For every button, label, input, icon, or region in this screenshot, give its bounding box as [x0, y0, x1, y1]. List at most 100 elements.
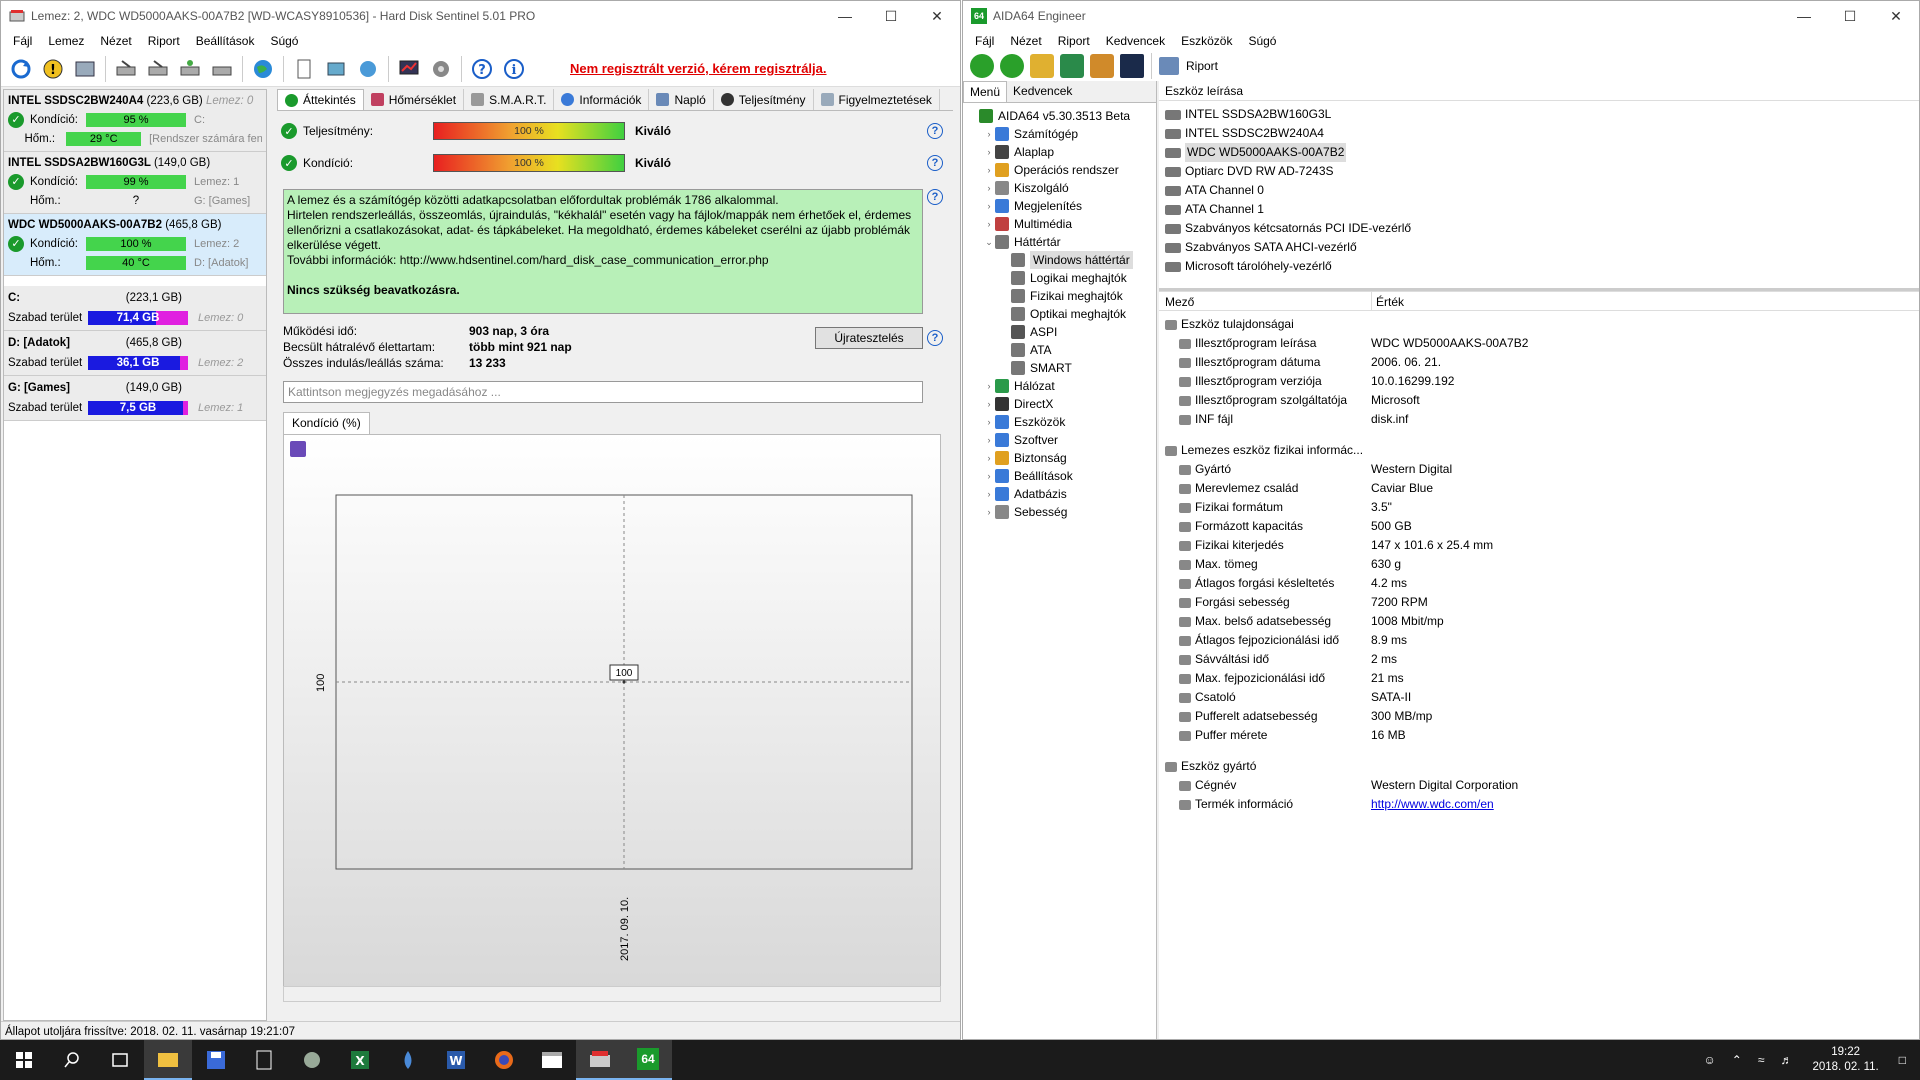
tab-menu[interactable]: Menü [963, 81, 1008, 102]
users-icon[interactable] [1090, 54, 1114, 78]
tree-item[interactable]: › Alaplap [963, 143, 1156, 161]
menu-favorites[interactable]: Kedvencek [1098, 34, 1173, 48]
aida-taskbar-icon[interactable]: 64 [624, 1040, 672, 1080]
tree-item[interactable]: › Hálózat [963, 377, 1156, 395]
column-value[interactable]: Érték [1371, 292, 1404, 310]
device-item[interactable]: ATA Channel 1 [1159, 200, 1919, 219]
property-row[interactable]: Illesztőprogram szolgáltatója Microsoft [1165, 391, 1919, 410]
menu-file[interactable]: Fájl [967, 34, 1002, 48]
chevron-right-icon[interactable]: › [983, 503, 995, 521]
refresh-icon[interactable] [1060, 54, 1084, 78]
property-row[interactable]: Puffer mérete 16 MB [1165, 726, 1919, 745]
chat-app-icon[interactable] [288, 1040, 336, 1080]
menu-help[interactable]: Súgó [1240, 34, 1284, 48]
disk-icon[interactable] [71, 55, 99, 83]
property-row[interactable]: Csatoló SATA-II [1165, 688, 1919, 707]
tree-item[interactable]: › Sebesség [963, 503, 1156, 521]
unregistered-link[interactable]: Nem regisztrált verzió, kérem regisztrál… [570, 61, 827, 76]
tree-item[interactable]: › Szoftver [963, 431, 1156, 449]
menu-settings[interactable]: Beállítások [188, 34, 263, 48]
hds-titlebar[interactable]: Lemez: 2, WDC WD5000AAKS-00A7B2 [WD-WCAS… [1, 1, 960, 31]
tree-item[interactable]: ⌄ Háttértár [963, 233, 1156, 251]
menu-view[interactable]: Nézet [1002, 34, 1049, 48]
back-icon[interactable] [970, 54, 994, 78]
minimize-button[interactable]: — [1781, 1, 1827, 31]
tree-item[interactable]: › Megjelenítés [963, 197, 1156, 215]
property-row[interactable]: Átlagos fejpozicionálási idő 8.9 ms [1165, 631, 1919, 650]
chevron-right-icon[interactable]: › [983, 467, 995, 485]
chevron-right-icon[interactable]: › [983, 413, 995, 431]
help-icon[interactable]: ? [927, 123, 943, 139]
disk-item[interactable]: INTEL SSDSA2BW160G3L (149,0 GB) ✓ Kondíci… [4, 152, 266, 214]
property-row[interactable]: INF fájl disk.inf [1165, 410, 1919, 429]
chevron-down-icon[interactable]: ⌄ [983, 233, 995, 251]
property-row[interactable]: Cégnév Western Digital Corporation [1165, 776, 1919, 795]
chevron-right-icon[interactable]: › [983, 449, 995, 467]
tree-item[interactable]: › Multimédia [963, 215, 1156, 233]
close-button[interactable]: ✕ [1873, 1, 1919, 31]
report-button[interactable]: Riport [1186, 59, 1218, 73]
tree-item[interactable]: › Operációs rendszer [963, 161, 1156, 179]
device-item[interactable]: Microsoft tárolóhely-vezérlő [1159, 257, 1919, 276]
help-icon[interactable]: ? [927, 189, 943, 205]
chevron-right-icon[interactable]: › [983, 215, 995, 233]
property-row[interactable]: Gyártó Western Digital [1165, 460, 1919, 479]
note-input[interactable]: Kattintson megjegyzés megadásához ... [283, 381, 923, 403]
device-item[interactable]: Szabványos SATA AHCI-vezérlő [1159, 238, 1919, 257]
minimize-button[interactable]: — [822, 1, 868, 31]
hds-taskbar-icon[interactable] [576, 1040, 624, 1080]
property-row[interactable]: Formázott kapacitás 500 GB [1165, 517, 1919, 536]
aida-titlebar[interactable]: 64 AIDA64 Engineer — ☐ ✕ [963, 1, 1919, 31]
property-row[interactable]: Max. fejpozicionálási idő 21 ms [1165, 669, 1919, 688]
property-row[interactable]: Fizikai kiterjedés 147 x 101.6 x 25.4 mm [1165, 536, 1919, 555]
tree-item[interactable]: › Kiszolgáló [963, 179, 1156, 197]
monitor-icon[interactable] [1120, 54, 1144, 78]
tab-condition-chart[interactable]: Kondíció (%) [283, 412, 370, 434]
menu-file[interactable]: Fájl [5, 34, 40, 48]
property-row[interactable]: Illesztőprogram dátuma 2006. 06. 21. [1165, 353, 1919, 372]
menu-view[interactable]: Nézet [92, 34, 139, 48]
wifi-icon[interactable]: ≈ [1758, 1053, 1765, 1067]
save-app-icon[interactable] [192, 1040, 240, 1080]
forward-icon[interactable] [1000, 54, 1024, 78]
test-disk-icon[interactable] [112, 55, 140, 83]
tree-item[interactable]: Optikai meghajtók [963, 305, 1156, 323]
firefox-icon[interactable] [480, 1040, 528, 1080]
disk-item[interactable]: INTEL SSDSC2BW240A4 (223,6 GB) Lemez: 0 … [4, 90, 266, 152]
device-item[interactable]: INTEL SSDSA2BW160G3L [1159, 105, 1919, 124]
menu-tools[interactable]: Eszközök [1173, 34, 1240, 48]
tree-item[interactable]: Windows háttértár [963, 251, 1156, 269]
property-row[interactable]: Fizikai formátum 3.5" [1165, 498, 1919, 517]
chevron-right-icon[interactable]: › [983, 395, 995, 413]
maximize-button[interactable]: ☐ [868, 1, 914, 31]
chevron-right-icon[interactable]: › [983, 431, 995, 449]
property-row[interactable]: Pufferelt adatsebesség 300 MB/mp [1165, 707, 1919, 726]
report-icon[interactable] [290, 55, 318, 83]
help-icon[interactable]: ? [927, 155, 943, 171]
tree-item[interactable]: Logikai meghajtók [963, 269, 1156, 287]
video-editor-icon[interactable] [528, 1040, 576, 1080]
up-icon[interactable] [1030, 54, 1054, 78]
notification-icon[interactable]: □ [1899, 1053, 1906, 1067]
clock[interactable]: 19:22 2018. 02. 11. [1812, 1045, 1878, 1075]
property-row[interactable]: Illesztőprogram verziója 10.0.16299.192 [1165, 372, 1919, 391]
device-item[interactable]: INTEL SSDSC2BW240A4 [1159, 124, 1919, 143]
volume-item[interactable]: C: (223,1 GB) Szabad terület 71,4 GB Lemez:… [4, 286, 266, 331]
column-field[interactable]: Mező [1165, 292, 1371, 310]
property-row[interactable]: Sávváltási idő 2 ms [1165, 650, 1919, 669]
menu-report[interactable]: Riport [140, 34, 188, 48]
help-icon[interactable]: ? [927, 330, 943, 346]
tree-item[interactable]: ASPI [963, 323, 1156, 341]
maximize-button[interactable]: ☐ [1827, 1, 1873, 31]
retest-button[interactable]: Újratesztelés [815, 327, 923, 349]
tree-item[interactable]: SMART [963, 359, 1156, 377]
device-item[interactable]: Optiarc DVD RW AD-7243S [1159, 162, 1919, 181]
volume-icon[interactable]: ♬ [1780, 1053, 1792, 1067]
chevron-right-icon[interactable]: › [983, 377, 995, 395]
smart-test-icon[interactable] [176, 55, 204, 83]
chevron-right-icon[interactable]: › [983, 161, 995, 179]
report-icon[interactable] [1159, 57, 1179, 75]
alert-icon[interactable]: ! [39, 55, 67, 83]
surface-test-icon[interactable] [144, 55, 172, 83]
tab-overview[interactable]: Áttekintés [277, 89, 364, 110]
